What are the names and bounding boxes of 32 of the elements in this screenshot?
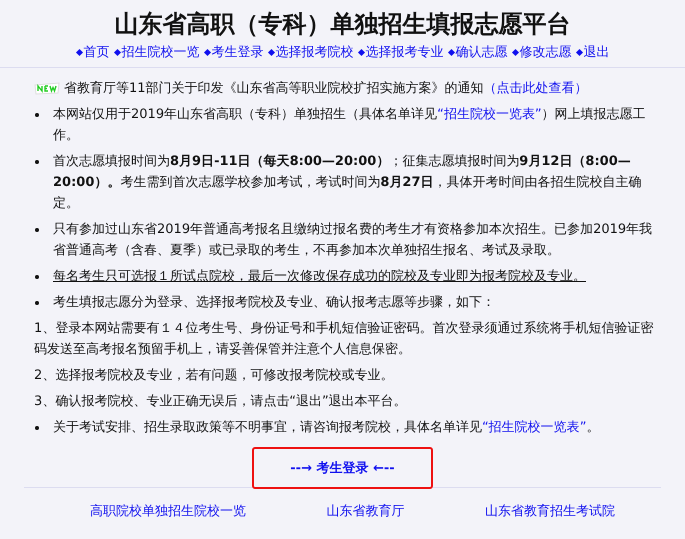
bullet-icon — [35, 113, 39, 117]
paragraph: 本网站仅用于2019年山东省高职（专科）单独招生（具体名单详见“招生院校一览表”）网上填报志愿工作。 — [53, 106, 647, 145]
paragraph: 1、登录本网站需要有１４位考生号、身份证号和手机短信验证密码。首次登录须通过系统将手机短信验证密码发送至高考报名预留手机上，请妥善保管并注意个人信息保密。 — [34, 320, 654, 359]
inline-link[interactable]: “招生院校一览表” — [437, 107, 542, 122]
paragraph: 2、选择报考院校及专业，若有问题，可修改报考院校或专业。 — [34, 367, 394, 385]
nav-link[interactable]: 招生院校一览 — [122, 43, 200, 61]
inline-link[interactable]: “招生院校一览表” — [482, 420, 586, 435]
paragraph: 首次志愿填报时间为8月9日-11日（每天8:00—20:00）；征集志愿填报时间为9月12日（8:00—20:00）。考生需到首次志愿学校参加考试，考试时间为8月27日，具体开考时间由各招生院校自主确定。 — [53, 153, 643, 213]
bullet-icon — [35, 301, 39, 305]
inline-link[interactable]: （点击此处查看） — [484, 81, 588, 96]
nav-link[interactable]: 退出 — [584, 43, 610, 61]
footer-link[interactable]: 山东省教育招生考试院 — [484, 502, 615, 520]
footer-link[interactable]: 高职院校单独招生院校一览 — [90, 502, 246, 520]
paragraph: 3、确认报考院校、专业正确无误后，请点击“退出”退出本平台。 — [34, 393, 407, 411]
paragraph: 考生填报志愿分为登录、选择报考院校及专业、确认报考志愿等步骤，如下： — [53, 294, 495, 312]
notice-text: 省教育厅等11部门关于印发《山东省高等职业院校扩招实施方案》的通知（点击此处查看） — [64, 80, 588, 98]
page-title: 山东省高职（专科）单独招生填报志愿平台 — [114, 9, 572, 40]
bullet-icon — [35, 160, 39, 164]
nav-link[interactable]: 选择报考院校 — [276, 43, 354, 61]
new-badge-icon — [34, 82, 60, 95]
bullet-icon — [35, 426, 39, 430]
nav-link[interactable]: 选择报考专业 — [366, 43, 444, 61]
nav-link[interactable]: 修改志愿 — [520, 43, 572, 61]
nav-link[interactable]: 考生登录 — [212, 43, 264, 61]
nav-link[interactable]: 确认志愿 — [456, 43, 508, 61]
nav-link[interactable]: 首页 — [84, 43, 110, 61]
footer-link[interactable]: 山东省教育厅 — [326, 502, 404, 520]
paragraph: 只有参加过山东省2019年普通高考报名且缴纳过报名费的考生才有资格参加本次招生。已参加2019年我省普通高考（含春、夏季）或已录取的考生，不再参加本次单独招生报名、考试及录取。 — [53, 220, 654, 260]
login-link[interactable]: --→ 考生登录 ←-- — [252, 447, 433, 489]
bullet-icon — [35, 275, 39, 279]
paragraph: 关于考试安排、招生录取政策等不明事宜，请咨询报考院校，具体名单详见“招生院校一览表”。 — [53, 419, 600, 437]
bullet-icon — [35, 228, 39, 232]
